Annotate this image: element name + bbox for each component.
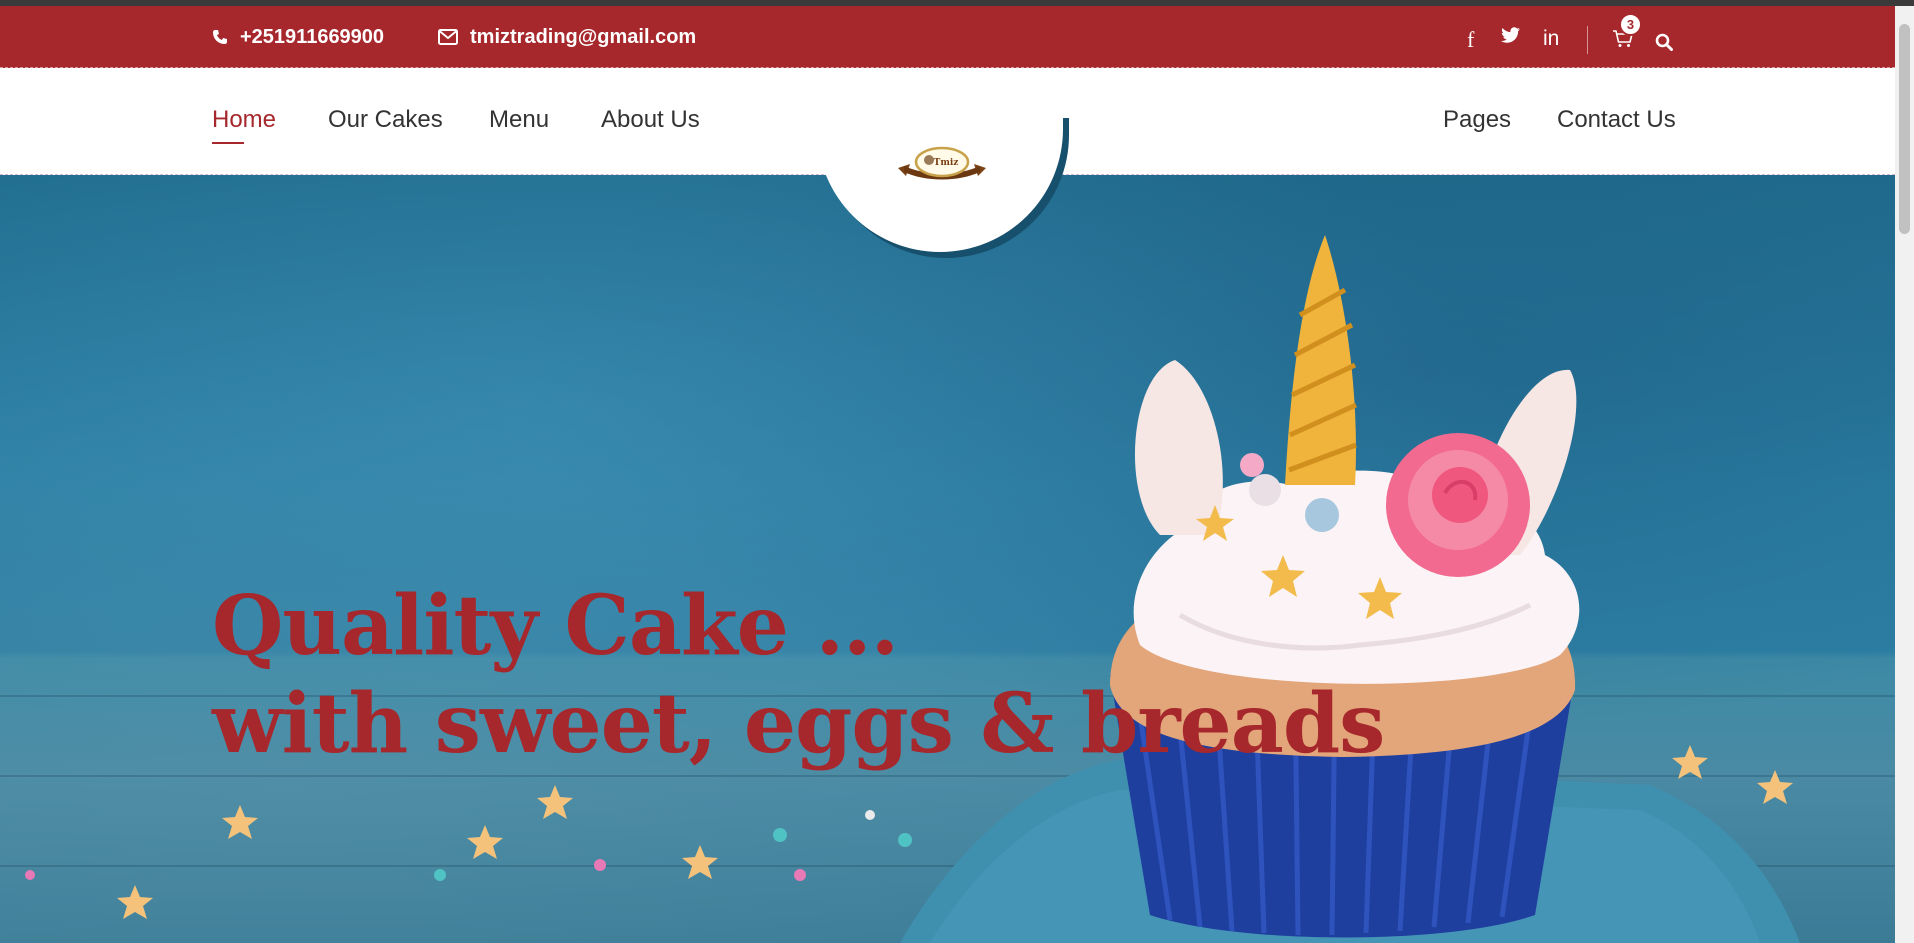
hero-headline-line2: with sweet, eggs & breads [212,676,1385,772]
phone-icon [213,30,227,44]
tmiz-logo[interactable]: Tmiz [896,146,988,182]
scrollbar-thumb[interactable] [1899,24,1910,234]
cart-count-badge: 3 [1619,13,1642,36]
phone-contact[interactable]: +251911669900 [212,6,384,68]
nav-about-us[interactable]: About Us [601,106,700,134]
nav-pages[interactable]: Pages [1443,106,1511,134]
phone-number: +251911669900 [240,25,385,48]
linkedin-icon[interactable]: in [1543,27,1559,51]
top-contact-bar: +251911669900 tmiztrading@gmail.com f in… [0,6,1895,68]
cupcake-image [25,235,1800,943]
search-icon[interactable] [1655,33,1673,51]
facebook-icon[interactable]: f [1467,27,1474,53]
hero-headline-line1: Quality Cake ... [212,578,899,674]
nav-contact-us[interactable]: Contact Us [1557,106,1676,134]
nav-home[interactable]: Home [212,106,276,144]
logo-text: Tmiz [934,158,959,168]
email-address: tmiztrading@gmail.com [470,25,697,48]
hero-banner: Quality Cake ... with sweet, eggs & brea… [0,175,1895,943]
page-scrollbar[interactable] [1895,6,1914,943]
twitter-icon[interactable] [1501,27,1521,44]
nav-our-cakes[interactable]: Our Cakes [328,106,443,134]
topbar-divider [1587,26,1588,54]
envelope-icon [438,29,458,45]
email-contact[interactable]: tmiztrading@gmail.com [438,6,696,68]
hero-headline: Quality Cake ... with sweet, eggs & brea… [212,577,1385,773]
nav-menu[interactable]: Menu [489,106,549,134]
